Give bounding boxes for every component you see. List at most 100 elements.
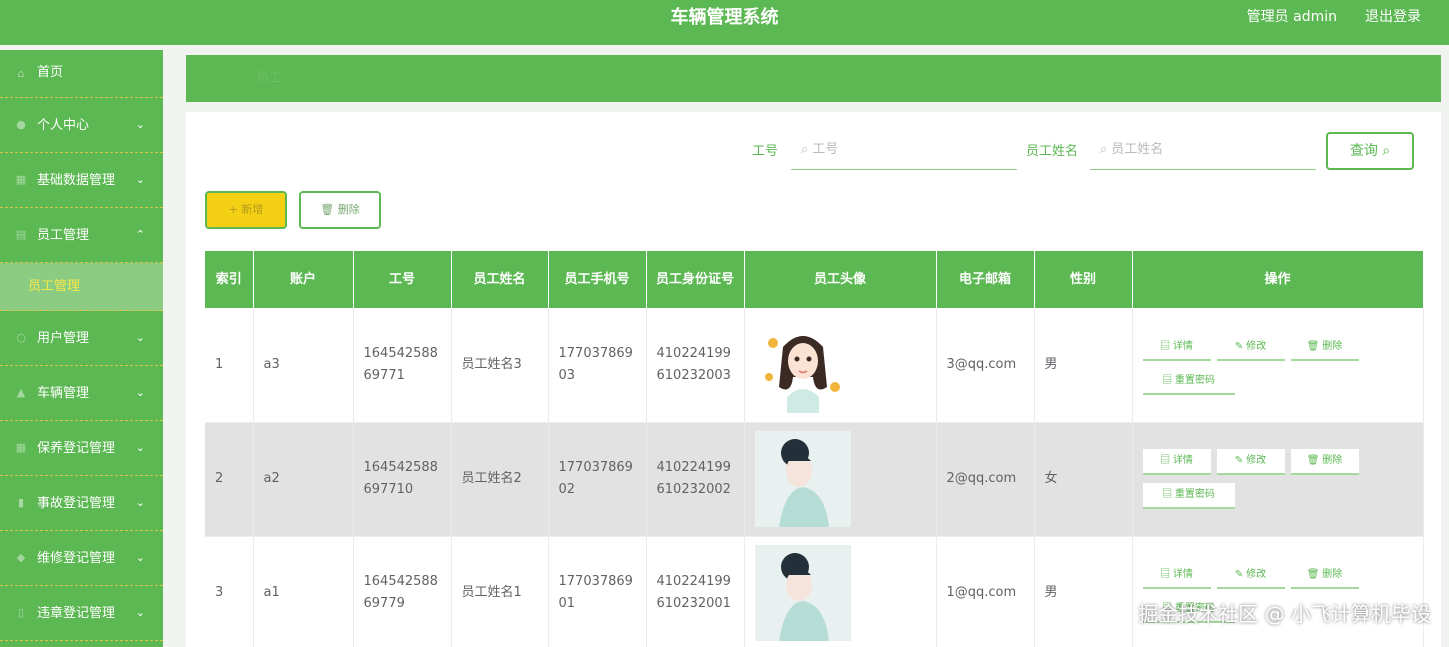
col-header-actions: 操作 [1132, 251, 1424, 308]
search-input-job-no[interactable]: ⌕ 工号 [791, 132, 1017, 170]
trash-icon: 🗑 [1306, 455, 1320, 466]
watermark: 掘金技术社区 @ 小飞计算机毕设 [1138, 602, 1431, 626]
reset-password-label: 重置密码 [1174, 489, 1215, 500]
tool-icon: ◆ [16, 551, 26, 564]
sidebar-item-users[interactable]: ○ 用户管理 ⌄ [0, 311, 163, 366]
admin-label: 管理员 admin [1246, 9, 1337, 25]
cell-account: a3 [253, 308, 354, 423]
detail-button[interactable]: ▤ 详情 [1142, 334, 1211, 361]
delete-label: 删除 [1322, 340, 1343, 352]
cell-id-card: 410224199 610232002 [646, 422, 745, 537]
detail-button[interactable]: ▤ 详情 [1142, 449, 1211, 475]
cell-actions: ▤ 详情 ✎ 修改 🗑 删除 ▤ 重置密码 [1132, 536, 1424, 647]
wrench-icon: ▦ [15, 441, 27, 454]
avatar-photo-image [754, 431, 851, 527]
cell-phone: 177037869 02 [548, 422, 647, 537]
col-header-gender: 性别 [1034, 251, 1133, 308]
chevron-down-icon: ⌄ [135, 551, 145, 564]
logout-link[interactable]: 退出登录 [1365, 0, 1421, 35]
col-header-email: 电子邮箱 [936, 251, 1035, 308]
cell-actions: ▤ 详情 ✎ 修改 🗑 删除 ▤ 重置密码 [1132, 308, 1424, 423]
file-icon: ▤ [1162, 489, 1173, 500]
sidebar-item-basic-data[interactable]: ▦ 基础数据管理 ⌄ [0, 153, 163, 208]
search-icon: ⌕ [1100, 142, 1108, 157]
chevron-down-icon: ⌄ [135, 386, 145, 399]
main-panel: 工号 ⌕ 工号 员工姓名 ⌕ 员工姓名 查询 ⌕ + 新增 🗑 删除 索引 账户 工… [186, 112, 1441, 647]
sidebar: ⌂ 首页 ● 个人中心 ⌄ ▦ 基础数据管理 ⌄ ▤ 员工管理 ⌃ 员工管理 ○… [0, 50, 163, 647]
cell-job-no: 164542588 697710 [353, 422, 452, 537]
edit-button[interactable]: ✎ 修改 [1216, 449, 1285, 475]
cell-index: 2 [205, 422, 254, 537]
sidebar-item-repairs[interactable]: ◆ 维修登记管理 ⌄ [0, 531, 163, 586]
sidebar-item-label: 首页 [37, 65, 64, 80]
sidebar-item-label: 维修登记管理 [37, 551, 116, 566]
chevron-down-icon: ⌄ [135, 331, 145, 344]
avatar-cartoon-image [754, 316, 851, 413]
cell-account: a1 [253, 536, 354, 647]
sidebar-item-home[interactable]: ⌂ 首页 [0, 50, 163, 98]
col-header-id-card: 员工身份证号 [646, 251, 745, 308]
avatar-photo-image [754, 545, 851, 641]
detail-label: 详情 [1172, 569, 1193, 580]
cell-name: 员工姓名1 [451, 536, 549, 647]
delete-button[interactable]: 🗑 删除 [1290, 563, 1359, 589]
table-row: 3 a1 164542588 69779 员工姓名1 177037869 01 … [205, 536, 1424, 647]
cell-email: 1@qq.com [936, 536, 1035, 647]
cell-job-no: 164542588 69779 [353, 536, 452, 647]
col-header-job-no: 工号 [353, 251, 452, 308]
list-icon: ▤ [15, 228, 27, 241]
breadcrumb: 员工 [186, 55, 1441, 102]
sidebar-item-violations[interactable]: ▯ 违章登记管理 ⌄ [0, 586, 163, 641]
sidebar-item-label: 基础数据管理 [37, 173, 116, 188]
cell-name: 员工姓名2 [451, 422, 549, 537]
search-placeholder: 员工姓名 [1111, 142, 1164, 157]
edit-icon: ✎ [1234, 340, 1244, 352]
edit-label: 修改 [1246, 340, 1267, 352]
edit-icon: ✎ [1234, 569, 1244, 580]
delete-button[interactable]: 🗑 删除 [1290, 449, 1359, 475]
cell-phone: 177037869 01 [548, 536, 647, 647]
cell-avatar [744, 308, 937, 423]
sidebar-item-label: 用户管理 [37, 331, 90, 346]
batch-delete-button[interactable]: 🗑 删除 [299, 191, 381, 229]
search-placeholder: 工号 [812, 142, 839, 157]
search-input-name[interactable]: ⌕ 员工姓名 [1090, 132, 1316, 170]
sidebar-item-staff[interactable]: ▤ 员工管理 ⌃ [0, 208, 163, 263]
ticket-icon: ▯ [17, 606, 25, 619]
search-icon: ⌕ [1382, 143, 1391, 159]
delete-label: 删除 [1322, 569, 1343, 580]
delete-button[interactable]: 🗑 删除 [1290, 334, 1359, 361]
grid-icon: ▦ [15, 173, 27, 186]
reset-password-button[interactable]: ▤ 重置密码 [1142, 483, 1235, 509]
query-label: 查询 [1349, 143, 1378, 159]
trash-icon: 🗑 [1306, 569, 1320, 580]
detail-label: 详情 [1172, 455, 1193, 466]
user-icon: ○ [16, 331, 26, 344]
user-icon: ● [16, 118, 26, 131]
home-icon: ⌂ [17, 66, 25, 80]
cell-index: 3 [205, 536, 254, 647]
cell-email: 2@qq.com [936, 422, 1035, 537]
trash-icon: 🗑 [1306, 340, 1320, 352]
cell-index: 1 [205, 308, 254, 423]
search-label-job-no: 工号 [752, 144, 779, 159]
query-button[interactable]: 查询 ⌕ [1326, 132, 1414, 170]
edit-button[interactable]: ✎ 修改 [1216, 563, 1285, 589]
sidebar-item-profile[interactable]: ● 个人中心 ⌄ [0, 98, 163, 153]
sidebar-subitem-staff[interactable]: 员工管理 [0, 263, 163, 311]
col-header-index: 索引 [205, 251, 254, 308]
col-header-account: 账户 [253, 251, 354, 308]
add-button[interactable]: + 新增 [205, 191, 287, 229]
cell-job-no: 164542588 69771 [353, 308, 452, 423]
detail-button[interactable]: ▤ 详情 [1142, 563, 1211, 589]
sidebar-item-accidents[interactable]: ▮ 事故登记管理 ⌄ [0, 476, 163, 531]
top-bar: 车辆管理系统 管理员 admin 退出登录 [0, 0, 1449, 45]
sidebar-item-maintenance[interactable]: ▦ 保养登记管理 ⌄ [0, 421, 163, 476]
edit-icon: ✎ [1234, 455, 1244, 466]
file-icon: ▤ [1160, 340, 1171, 352]
edit-label: 修改 [1246, 569, 1267, 580]
cell-actions: ▤ 详情 ✎ 修改 🗑 删除 ▤ 重置密码 [1132, 422, 1424, 537]
reset-password-button[interactable]: ▤ 重置密码 [1142, 368, 1235, 395]
sidebar-item-vehicles[interactable]: ▲ 车辆管理 ⌄ [0, 366, 163, 421]
edit-button[interactable]: ✎ 修改 [1216, 334, 1285, 361]
